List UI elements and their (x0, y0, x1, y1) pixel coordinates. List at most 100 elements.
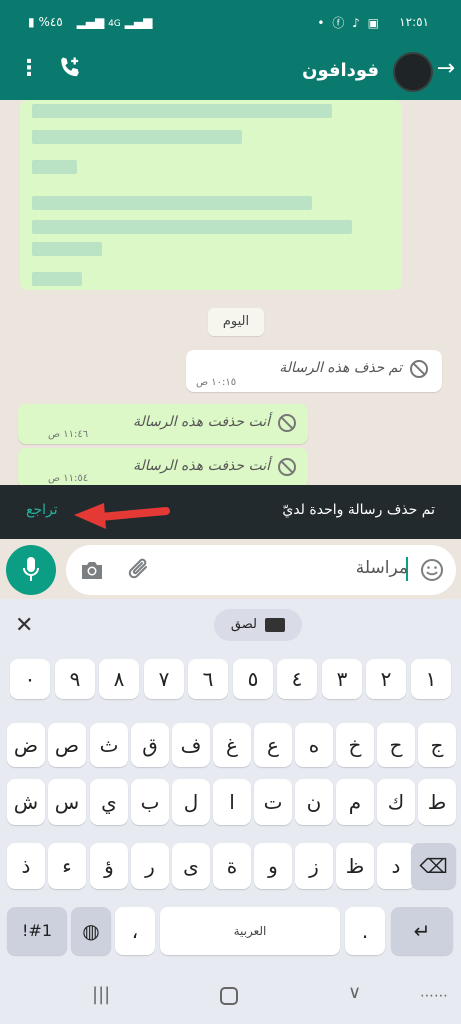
key[interactable]: ب (131, 779, 169, 825)
language-key[interactable]: ◍ (71, 907, 111, 955)
keyboard: ✕ لصق ٠ ٩ ٨ ٧ ٦ ٥ ٤ ٣ ٢ ١ ض ص ث ق ف غ ع … (0, 599, 461, 1024)
key[interactable]: ش (7, 779, 45, 825)
mic-icon (23, 557, 39, 587)
comma-key[interactable]: ، (115, 907, 155, 955)
key[interactable]: ط (418, 779, 456, 825)
key[interactable]: ت (254, 779, 292, 825)
key[interactable]: و (254, 843, 292, 889)
enter-key[interactable]: ↵ (391, 907, 453, 955)
dot-icon: • (317, 16, 327, 30)
enter-icon: ↵ (413, 919, 431, 943)
undo-button[interactable]: تراجع (26, 502, 58, 518)
keyboard-switch-icon[interactable]: ⋯⋯ (420, 988, 448, 1004)
key[interactable]: ٤ (277, 659, 317, 699)
day-separator: اليوم (208, 308, 264, 336)
symbols-key[interactable]: !#1 (7, 907, 67, 955)
paste-label: لصق (230, 617, 257, 632)
key[interactable]: س (48, 779, 86, 825)
key[interactable]: ذ (7, 843, 45, 889)
key[interactable]: ص (48, 723, 86, 767)
key[interactable]: ر (131, 843, 169, 889)
deleted-message-outgoing[interactable]: أنت حذفت هذه الرسالة ١١:٤٦ ص (18, 404, 308, 444)
chat-header: ⋮ فودافون → (0, 48, 461, 100)
key[interactable]: ن (295, 779, 333, 825)
camera-icon[interactable] (80, 559, 104, 585)
clock: ١٢:٥١ (399, 15, 429, 29)
snackbar-message: تم حذف رسالة واحدة لديّ (282, 502, 435, 518)
signal-icon-2: ▂▄▆ (124, 15, 153, 29)
contact-name[interactable]: فودافون (302, 60, 379, 81)
key[interactable]: ك (377, 779, 415, 825)
key[interactable]: ة (213, 843, 251, 889)
key[interactable]: ٥ (233, 659, 273, 699)
redacted-message (20, 100, 402, 290)
more-options-icon[interactable]: ⋮ (18, 56, 40, 81)
key[interactable]: ي (90, 779, 128, 825)
key[interactable]: غ (213, 723, 251, 767)
battery-level: %٤٥ (38, 15, 63, 29)
message-time: ١١:٤٦ ص (48, 429, 89, 440)
key[interactable]: ج (418, 723, 456, 767)
key[interactable]: ض (7, 723, 45, 767)
back-arrow-icon[interactable]: → (437, 56, 455, 81)
backspace-icon: ⌫ (419, 854, 448, 878)
key[interactable]: ؤ (90, 843, 128, 889)
message-text: أنت حذفت هذه الرسالة (132, 414, 270, 430)
back-icon[interactable]: ∨ (348, 982, 361, 1003)
space-key[interactable]: العربية (160, 907, 340, 955)
message-placeholder: مراسلة (355, 558, 408, 578)
emoji-icon[interactable] (420, 558, 444, 586)
key[interactable]: ٠ (10, 659, 50, 699)
key[interactable]: ٩ (55, 659, 95, 699)
deleted-icon (410, 360, 428, 378)
message-time: ١٠:١٥ ص (196, 377, 237, 388)
clipboard-icon (265, 617, 286, 632)
deleted-icon (278, 414, 296, 432)
key[interactable]: ى (172, 843, 210, 889)
key[interactable]: ا (213, 779, 251, 825)
tiktok-icon: ♪ (352, 16, 362, 30)
close-icon[interactable]: ✕ (15, 613, 33, 638)
key[interactable]: ق (131, 723, 169, 767)
key[interactable]: ٦ (188, 659, 228, 699)
add-call-icon[interactable] (56, 54, 84, 86)
home-icon[interactable] (220, 987, 238, 1005)
message-text: أنت حذفت هذه الرسالة (132, 458, 270, 474)
deleted-message-incoming[interactable]: تم حذف هذه الرسالة ١٠:١٥ ص (186, 350, 442, 392)
paste-chip[interactable]: لصق (214, 609, 302, 641)
avatar[interactable] (393, 52, 433, 92)
recents-icon[interactable]: ||| (92, 984, 110, 1005)
deleted-icon (278, 458, 296, 476)
key[interactable]: ٢ (366, 659, 406, 699)
period-key[interactable]: . (345, 907, 385, 955)
key[interactable]: م (336, 779, 374, 825)
battery-icon: ▮ (28, 15, 35, 29)
snackbar: تراجع تم حذف رسالة واحدة لديّ (0, 485, 461, 539)
key[interactable]: ث (90, 723, 128, 767)
facebook-icon: ⓕ (332, 16, 347, 30)
signal-icon: ▂▄▆ (76, 15, 105, 29)
key[interactable]: ز (295, 843, 333, 889)
key[interactable]: خ (336, 723, 374, 767)
key[interactable]: ف (172, 723, 210, 767)
key[interactable]: ء (48, 843, 86, 889)
key[interactable]: د (377, 843, 415, 889)
backspace-key[interactable]: ⌫ (411, 843, 456, 889)
key[interactable]: ح (377, 723, 415, 767)
message-input[interactable]: مراسلة (66, 545, 456, 595)
message-text: تم حذف هذه الرسالة (279, 360, 402, 376)
key[interactable]: ١ (411, 659, 451, 699)
battery-indicator: ▮ %٤٥ ▂▄▆ 4G ▂▄▆ (28, 15, 152, 29)
key[interactable]: ٨ (99, 659, 139, 699)
key[interactable]: ع (254, 723, 292, 767)
deleted-message-outgoing[interactable]: أنت حذفت هذه الرسالة ١١:٥٤ ص (18, 448, 308, 485)
key[interactable]: ل (172, 779, 210, 825)
chat-area[interactable]: اليوم تم حذف هذه الرسالة ١٠:١٥ ص أنت حذف… (0, 100, 461, 485)
key[interactable]: ٣ (322, 659, 362, 699)
key[interactable]: ه (295, 723, 333, 767)
red-arrow-icon (70, 497, 170, 533)
key[interactable]: ٧ (144, 659, 184, 699)
key[interactable]: ظ (336, 843, 374, 889)
attach-icon[interactable] (128, 557, 152, 587)
mic-button[interactable] (6, 545, 56, 595)
